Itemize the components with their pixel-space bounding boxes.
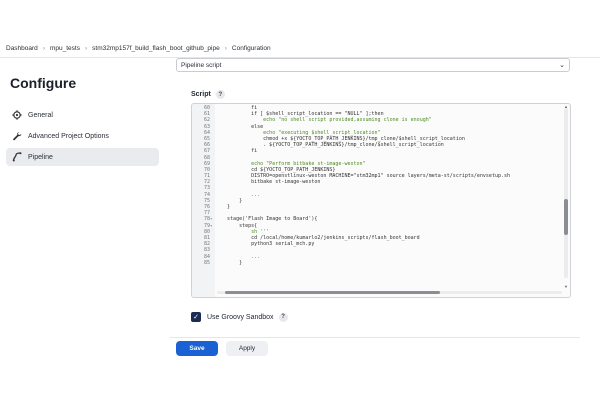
wrench-icon — [12, 131, 22, 141]
script-label: Script ? — [191, 90, 225, 99]
breadcrumb-dashboard[interactable]: Dashboard — [6, 45, 38, 52]
code-text: if [ $shell_script_location == "NULL" ];… — [215, 111, 384, 118]
breadcrumb-folder[interactable]: mpu_tests — [50, 45, 80, 52]
code-text: echo "executing $shell_script_location" — [215, 129, 381, 136]
breadcrumb-separator: › — [42, 45, 45, 52]
scroll-down-icon[interactable]: ▼ — [564, 284, 568, 289]
horizontal-scrollbar-thumb[interactable] — [225, 291, 440, 294]
code-text: } — [215, 197, 243, 204]
code-text: } — [215, 259, 243, 266]
code-lines: 60 fi 61 if [ $shell_script_location == "… — [192, 105, 510, 266]
sidebar-item-advanced-project-options[interactable]: Advanced Project Options — [6, 127, 159, 145]
page-title: Configure — [10, 75, 77, 91]
code-text: ... — [215, 253, 261, 260]
pipeline-definition-select[interactable]: Pipeline script ⌄ — [176, 58, 570, 72]
footer-divider — [170, 337, 580, 338]
help-icon[interactable]: ? — [278, 312, 288, 322]
pipeline-icon — [12, 152, 22, 162]
vertical-scrollbar-track[interactable] — [564, 108, 568, 278]
groovy-sandbox-row: ✓ Use Groovy Sandbox ? — [191, 312, 288, 322]
gear-icon — [12, 110, 22, 120]
sidebar-item-pipeline[interactable]: Pipeline — [6, 148, 159, 166]
breadcrumb: Dashboard › mpu_tests › stm32mp157f_buil… — [0, 40, 600, 58]
chevron-down-icon: ⌄ — [559, 62, 565, 69]
code-text: fi — [215, 105, 258, 111]
groovy-sandbox-label: Use Groovy Sandbox — [207, 313, 274, 321]
code-text: steps{ — [215, 222, 258, 229]
script-label-text: Script — [191, 91, 211, 98]
help-icon[interactable]: ? — [215, 90, 225, 99]
apply-button[interactable]: Apply — [226, 341, 268, 356]
sidebar-item-label: General — [28, 111, 53, 119]
code-text: fi — [215, 148, 258, 155]
script-editor[interactable]: 60 fi 61 if [ $shell_script_location == "… — [191, 103, 571, 298]
line-number: 85 — [203, 259, 210, 266]
code-text: } — [215, 204, 231, 210]
code-text: echo "no shell script provided,assuming … — [215, 117, 432, 124]
sidebar-item-label: Pipeline — [28, 153, 53, 161]
select-value: Pipeline script — [181, 61, 222, 69]
code-line[interactable]: 85 } — [192, 260, 510, 266]
code-text: chmod +x ${YOCTO_TOP_PATH_JENKINS}/tmp_c… — [215, 135, 465, 142]
breadcrumb-current: Configuration — [231, 45, 271, 52]
vertical-scrollbar-thumb[interactable] — [564, 199, 568, 235]
code-text: bitbake st-image-weston — [215, 179, 321, 186]
breadcrumb-job[interactable]: stm32mp157f_build_flash_boot_github_pipe — [92, 45, 220, 52]
save-button[interactable]: Save — [176, 341, 218, 356]
code-text: python3 serial_mch.py — [215, 241, 315, 248]
groovy-sandbox-checkbox[interactable]: ✓ — [191, 312, 201, 322]
breadcrumb-separator: › — [84, 45, 88, 52]
code-text: cd /local/home/kumarlo2/jenkins_scripts/… — [215, 234, 420, 241]
code-text: cd ${YOCTO_TOP_PATH_JENKINS} — [215, 166, 336, 173]
sidebar-item-general[interactable]: General — [6, 106, 159, 124]
code-text: echo "Perform bitbake st-image-weston" — [215, 160, 366, 167]
code-text: sh ''' — [215, 228, 270, 235]
breadcrumb-separator: › — [224, 45, 227, 52]
code-text: . ${YOCTO_TOP_PATH_JENKINS}/tmp_clone/$s… — [215, 142, 444, 149]
code-text: stage('Flash Image to Board'){ — [215, 216, 318, 223]
code-text: ... — [215, 191, 261, 198]
code-text: else — [215, 123, 264, 130]
sidebar-item-label: Advanced Project Options — [28, 132, 109, 140]
code-text: DISTRO=openstlinux-weston MACHINE="stm32… — [215, 173, 511, 180]
